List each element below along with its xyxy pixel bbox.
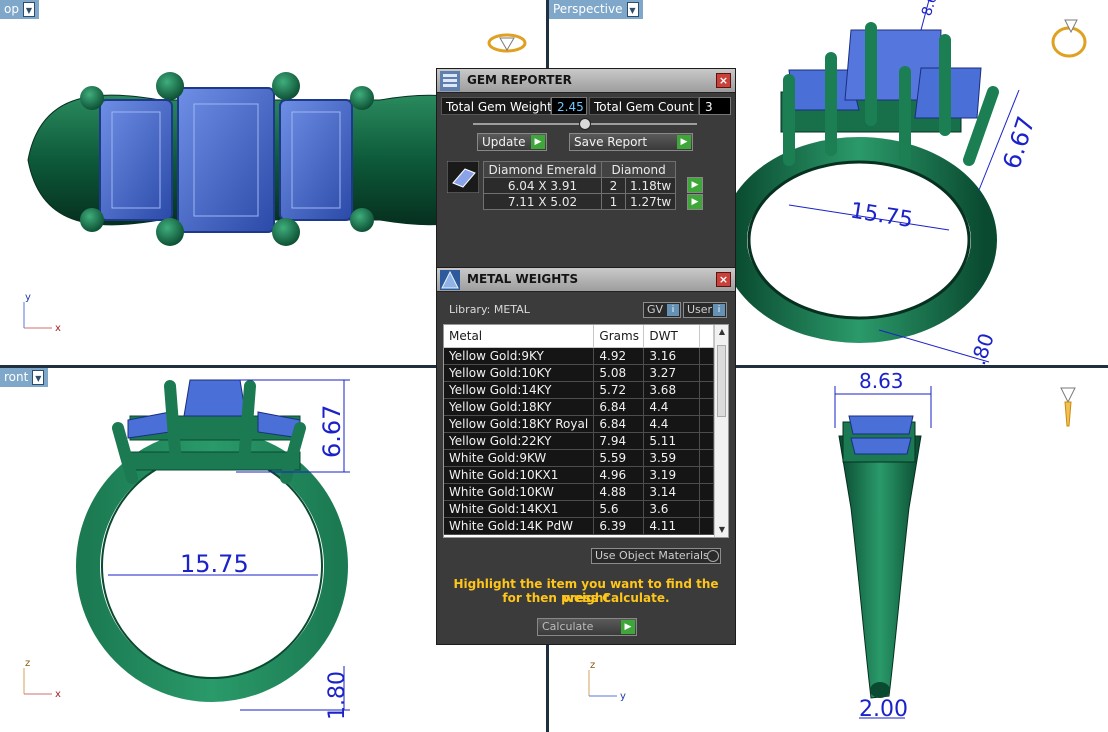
axis-x-label: x [55,689,61,700]
persp-dim-corner: 8.6 [919,0,941,18]
info-icon: i [713,304,725,316]
total-gem-count-label: Total Gem Count [589,97,699,115]
right-shank [838,435,922,699]
metal-row[interactable]: Yellow Gold:22KY 7.94 5.11 [444,432,714,450]
axis-y-label: y [25,292,31,303]
gem-table: Diamond Emerald Diamond 6.04 X 3.91 2 1.… [483,161,677,210]
metal-weights-title: METAL WEIGHTS [467,272,579,286]
right-dim-band: 2.00 [859,697,908,722]
axis-x-label: x [55,323,61,334]
use-object-materials-toggle[interactable]: Use Object Materials [591,548,721,564]
chevron-down-icon[interactable]: ▼ [22,2,35,17]
perspective-ring [721,137,997,343]
metal-row[interactable]: Yellow Gold:14KY 5.72 3.68 [444,381,714,399]
metal-row[interactable]: White Gold:14KX1 5.6 3.6 [444,500,714,518]
play-icon: ▶ [688,178,702,192]
top-stone-center [177,87,275,233]
metal-row[interactable]: White Gold:10KX1 4.96 3.19 [444,466,714,484]
gem-table-header-type: Diamond [600,161,677,178]
metal-row[interactable]: White Gold:9KW 5.59 3.59 [444,449,714,467]
scrollbar-thumb[interactable] [717,345,726,417]
play-icon: ▶ [621,620,635,634]
front-dim-height: 6.67 [318,405,346,458]
diamond-thumbnail-icon [447,161,479,193]
ring-icon [487,33,527,53]
close-icon[interactable]: × [716,272,731,287]
update-button[interactable]: Update ▶ [477,133,547,151]
dwt-column-header[interactable]: DWT [643,325,701,348]
radio-icon [707,550,719,562]
rhino-workspace: y x op ▼ 15.75 6.67 8.6 .80 Perspective … [0,0,1108,732]
front-stone [183,379,247,417]
axis-indicator-top: y x [23,292,61,334]
gem-row-select-button[interactable]: ▶ [687,177,703,193]
grams-column-header[interactable]: Grams [593,325,645,348]
metal-row[interactable]: Yellow Gold:9KY 4.92 3.16 [444,347,714,365]
gem-table-header-shape: Diamond Emerald [483,161,602,178]
metal-row[interactable]: White Gold:10KW 4.88 3.14 [444,483,714,501]
metal-weights-icon [440,270,460,290]
gem-reporter-panel: GEM REPORTER × Total Gem Weight 2.45 Tot… [436,68,736,268]
metal-row[interactable]: Yellow Gold:18KY 6.84 4.4 [444,398,714,416]
library-label: Library: METAL [449,303,530,316]
ring-icon [1060,387,1076,427]
axis-indicator-front: z x [23,658,61,700]
right-stone [848,415,914,435]
total-gem-weight-label: Total Gem Weight [441,97,552,115]
axis-z-label: z [25,658,30,669]
total-gem-count-value: 3 [699,97,731,115]
gv-toggle[interactable]: GV i [643,302,681,318]
gem-row-select-button[interactable]: ▶ [687,194,703,210]
play-icon: ▶ [677,135,691,149]
viewport-label-front[interactable]: ront ▼ [0,368,49,387]
metal-row[interactable]: White Gold:14K PdW 6.39 4.11 [444,517,714,535]
metal-row[interactable]: Yellow Gold:18KY Royal 6.84 4.4 [444,415,714,433]
axis-z-label: z [590,660,595,671]
ring-icon [1051,19,1087,58]
viewport-label-top[interactable]: op ▼ [0,0,39,19]
persp-dim-height: 6.67 [997,113,1040,172]
gem-row[interactable]: 7.11 X 5.02 1 1.27tw [483,193,677,210]
front-dim-band: 1.80 [325,671,350,720]
play-icon: ▶ [531,135,545,149]
front-dim-ring: 15.75 [180,550,249,578]
info-icon: i [667,304,679,316]
metal-column-header[interactable]: Metal [444,325,595,348]
gem-reporter-title: GEM REPORTER [467,73,572,87]
calculate-hint-line2: for then press Calculate. [502,591,670,605]
gem-report-slider-knob[interactable] [579,118,591,130]
play-icon: ▶ [688,195,702,209]
persp-dim-band: .80 [966,330,999,365]
metal-weights-panel: METAL WEIGHTS × Library: METAL GV i User… [436,267,736,645]
total-gem-weight-value: 2.45 [551,97,587,115]
chevron-down-icon[interactable]: ▼ [626,2,639,17]
gem-reporter-titlebar[interactable]: GEM REPORTER × [437,69,735,93]
scroll-down-icon[interactable]: ▼ [715,523,728,537]
scroll-up-icon[interactable]: ▲ [715,325,728,339]
calculate-button[interactable]: Calculate ▶ [537,618,637,636]
chevron-down-icon[interactable]: ▼ [32,370,45,385]
viewport-label-perspective[interactable]: Perspective ▼ [549,0,643,19]
right-dim-width: 8.63 [859,369,904,393]
persp-dim-ring: 15.75 [848,199,914,234]
metal-row[interactable]: Yellow Gold:10KY 5.08 3.27 [444,364,714,382]
gem-row[interactable]: 6.04 X 3.91 2 1.18tw [483,177,677,194]
metal-weights-titlebar[interactable]: METAL WEIGHTS × [437,268,735,292]
top-stone-left [99,99,173,221]
save-report-button[interactable]: Save Report ▶ [569,133,693,151]
metal-table-scrollbar[interactable]: ▲ ▼ [714,325,728,537]
top-stone-right [279,99,353,221]
axis-indicator-right: z y [588,660,626,702]
close-icon[interactable]: × [716,73,731,88]
gem-report-icon [440,71,460,91]
metal-table[interactable]: Metal Grams DWT Yellow Gold:9KY 4.92 3.16 … [443,324,729,538]
axis-y-label: y [620,691,626,702]
user-toggle[interactable]: User i [683,302,727,318]
